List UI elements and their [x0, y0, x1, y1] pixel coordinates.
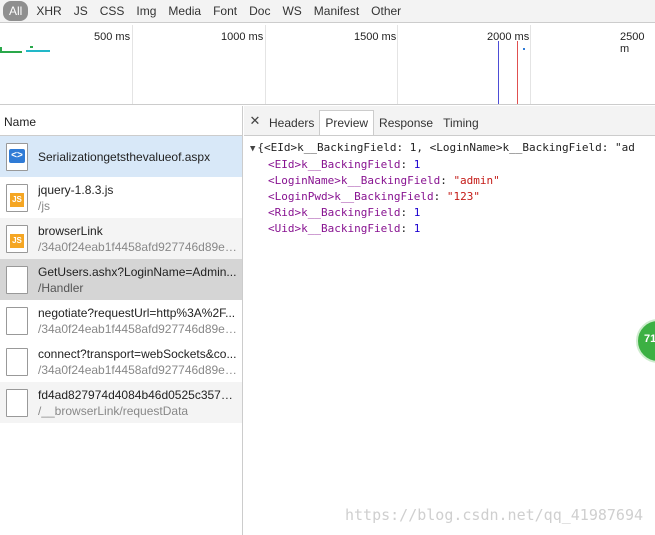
timeline-tick: 2000 ms [487, 31, 530, 43]
request-name: Serializationgetsthevalueof.aspx [38, 149, 211, 164]
filter-js[interactable]: JS [70, 1, 92, 21]
request-row[interactable]: GetUsers.ashx?LoginName=Admin... /Handle… [0, 259, 242, 300]
filter-css[interactable]: CSS [96, 1, 129, 21]
timeline-tick: 1500 ms [354, 31, 397, 43]
json-key: <EId>k__BackingField [268, 158, 401, 171]
timeline-gridline [530, 25, 531, 104]
json-key: <Uid>k__BackingField [268, 222, 401, 235]
filter-bar: All XHR JS CSS Img Media Font Doc WS Man… [0, 0, 655, 23]
request-list: Name <> Serializationgetsthevalueof.aspx… [0, 106, 243, 535]
json-value: "123" [446, 190, 480, 203]
request-detail-pane: ✕ Headers Preview Response Timing ▼ {<EId… [244, 106, 655, 535]
request-row[interactable]: fd4ad827974d4084b46d0525c3577b0... /__br… [0, 382, 242, 423]
js-file-icon: JS [6, 183, 28, 212]
timeline-tick: 500 ms [94, 31, 131, 43]
request-path: /34a0f24eab1f4458afd927746d89eed0 [38, 239, 238, 254]
blank-file-icon [6, 388, 28, 417]
json-field-row: <LoginPwd>k__BackingField: "123" [268, 190, 480, 203]
dom-content-loaded-line [498, 41, 499, 104]
document-icon: <> [6, 142, 28, 171]
timeline-request-bar [0, 51, 22, 53]
tab-timing[interactable]: Timing [438, 111, 484, 135]
json-field-row: <Rid>k__BackingField: 1 [268, 206, 421, 219]
request-path: /js [38, 198, 50, 213]
request-name: GetUsers.ashx?LoginName=Admin... [38, 264, 237, 279]
timeline-gridline [397, 25, 398, 104]
request-row[interactable]: JS browserLink /34a0f24eab1f4458afd92774… [0, 218, 242, 259]
timeline-request-bar [523, 48, 525, 50]
request-path: /Handler [38, 280, 84, 295]
request-row[interactable]: JS jquery-1.8.3.js /js [0, 177, 242, 218]
request-name: browserLink [38, 223, 103, 238]
request-name: jquery-1.8.3.js [38, 182, 114, 197]
filter-media[interactable]: Media [164, 1, 205, 21]
request-name: negotiate?requestUrl=http%3A%2F... [38, 305, 236, 320]
filter-manifest[interactable]: Manifest [310, 1, 363, 21]
request-path: /34a0f24eab1f4458afd927746d89eed... [38, 362, 238, 377]
filter-img[interactable]: Img [132, 1, 160, 21]
json-preview: ▼ {<EId>k__BackingField: 1, <LoginName>k_… [244, 136, 655, 237]
json-field-row: <Uid>k__BackingField: 1 [268, 222, 421, 235]
timeline-gridline [132, 25, 133, 104]
filter-font[interactable]: Font [209, 1, 241, 21]
request-path: /34a0f24eab1f4458afd927746d89eed... [38, 321, 238, 336]
filter-ws[interactable]: WS [278, 1, 305, 21]
json-field-row: <LoginName>k__BackingField: "admin" [268, 174, 500, 187]
timeline-tick: 1000 ms [221, 31, 264, 43]
timeline-tick: 2500 m [620, 31, 645, 55]
tab-preview[interactable]: Preview [319, 110, 375, 135]
json-root-row[interactable]: ▼ {<EId>k__BackingField: 1, <LoginName>k_… [250, 140, 655, 157]
blank-file-icon [6, 265, 28, 294]
timeline-overview[interactable]: 500 ms 1000 ms 1500 ms 2000 ms 2500 m [0, 23, 655, 105]
json-summary: {<EId>k__BackingField: 1, <LoginName>k__… [257, 141, 635, 154]
request-name: fd4ad827974d4084b46d0525c3577b0... [38, 387, 238, 402]
json-key: <LoginName>k__BackingField [268, 174, 441, 187]
filter-doc[interactable]: Doc [245, 1, 274, 21]
detail-tab-bar: ✕ Headers Preview Response Timing [244, 106, 655, 136]
json-value: 1 [413, 222, 421, 235]
expand-triangle-icon[interactable]: ▼ [250, 144, 255, 154]
json-value: 1 [413, 158, 421, 171]
request-row[interactable]: <> Serializationgetsthevalueof.aspx [0, 136, 242, 177]
json-key: <LoginPwd>k__BackingField [268, 190, 434, 203]
filter-all[interactable]: All [3, 1, 29, 21]
tab-headers[interactable]: Headers [264, 111, 319, 135]
json-value: "admin" [453, 174, 500, 187]
request-row[interactable]: negotiate?requestUrl=http%3A%2F... /34a0… [0, 300, 242, 341]
timeline-gridline [265, 25, 266, 104]
json-key: <Rid>k__BackingField [268, 206, 401, 219]
watermark: https://blog.csdn.net/qq_41987694 [344, 506, 643, 524]
blank-file-icon [6, 306, 28, 335]
tab-response[interactable]: Response [374, 111, 438, 135]
timeline-request-bar [30, 46, 33, 48]
json-value: 1 [413, 206, 421, 219]
request-name: connect?transport=webSockets&co... [38, 346, 237, 361]
load-event-line [517, 41, 518, 104]
name-column-header[interactable]: Name [0, 106, 242, 136]
filter-xhr[interactable]: XHR [32, 1, 65, 21]
request-row[interactable]: connect?transport=webSockets&co... /34a0… [0, 341, 242, 382]
blank-file-icon [6, 347, 28, 376]
close-icon[interactable]: ✕ [246, 107, 264, 135]
timeline-request-bar [26, 50, 50, 52]
request-path: /__browserLink/requestData [38, 403, 189, 418]
js-file-icon: JS [6, 224, 28, 253]
filter-other[interactable]: Other [367, 1, 405, 21]
json-field-row: <EId>k__BackingField: 1 [268, 158, 421, 171]
